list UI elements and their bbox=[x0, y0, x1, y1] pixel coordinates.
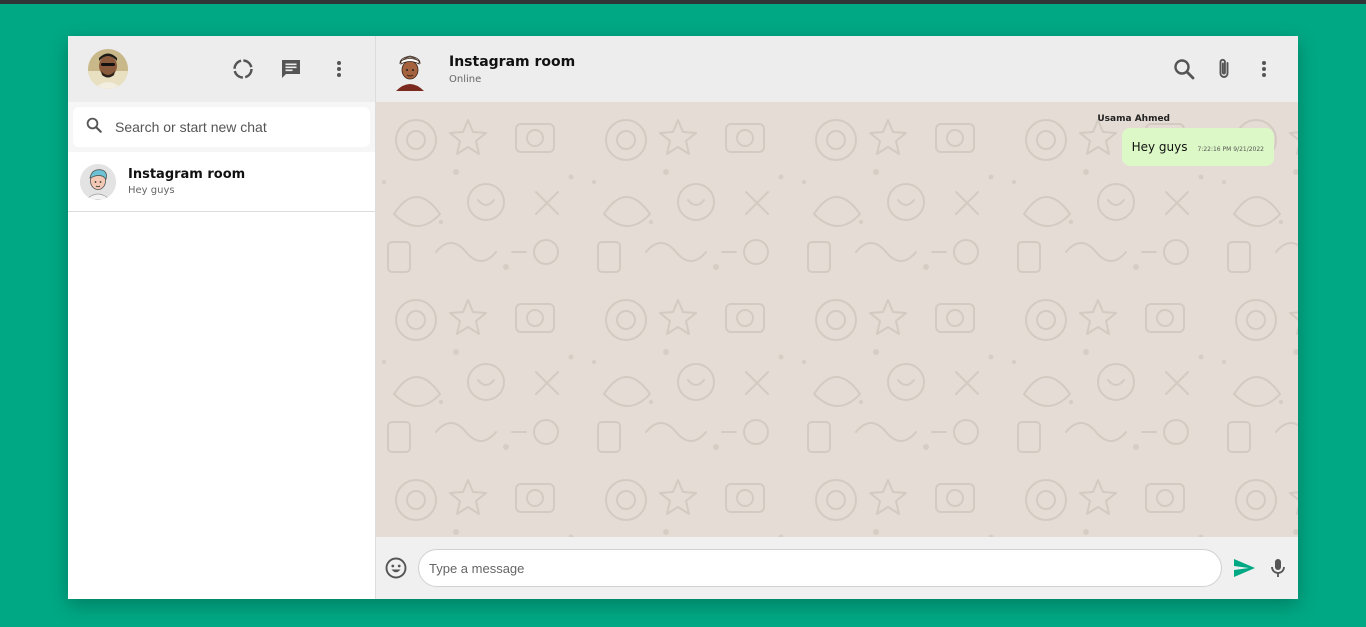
new-chat-icon[interactable] bbox=[279, 57, 303, 81]
room-name: Instagram room bbox=[449, 53, 576, 70]
search-input[interactable] bbox=[115, 119, 358, 135]
search-icon[interactable] bbox=[1172, 57, 1196, 81]
sidebar: Instagram room Hey guys bbox=[68, 36, 376, 599]
composer-bar bbox=[376, 537, 1298, 599]
room-avatar[interactable] bbox=[394, 47, 426, 91]
emoji-icon[interactable] bbox=[384, 556, 408, 580]
room-info: Instagram room Online bbox=[449, 54, 575, 85]
chat-background-pattern bbox=[376, 102, 1298, 537]
send-icon[interactable] bbox=[1232, 556, 1256, 580]
browser-top-strip bbox=[0, 0, 1366, 4]
sidebar-header-actions bbox=[231, 36, 351, 102]
sidebar-header bbox=[68, 36, 375, 102]
search-bar bbox=[68, 102, 375, 152]
chat-info: Instagram room Hey guys bbox=[128, 167, 245, 196]
status-icon[interactable] bbox=[231, 57, 255, 81]
outgoing-message-bubble[interactable]: Hey guys 7:22:16 PM 9/21/2022 bbox=[1121, 128, 1274, 166]
chat-app-window: Instagram room Hey guys Instagram room bbox=[68, 36, 1298, 599]
user-avatar[interactable] bbox=[88, 49, 128, 89]
message-timestamp: 7:22:16 PM 9/21/2022 bbox=[1197, 145, 1264, 153]
search-icon bbox=[85, 116, 103, 139]
message-input[interactable] bbox=[418, 549, 1222, 587]
more-vert-icon[interactable] bbox=[1252, 57, 1276, 81]
message-text: Hey guys bbox=[1131, 140, 1188, 154]
message-area: Usama Ahmed Hey guys 7:22:16 PM 9/21/202… bbox=[376, 102, 1298, 537]
paperclip-icon[interactable] bbox=[1212, 57, 1236, 81]
search-box bbox=[73, 107, 370, 147]
message-sender: Usama Ahmed bbox=[1097, 114, 1170, 124]
conversation-header: Instagram room Online bbox=[376, 36, 1298, 102]
chat-list-item[interactable]: Instagram room Hey guys bbox=[68, 152, 375, 212]
conversation-header-actions bbox=[1172, 36, 1276, 102]
mic-icon[interactable] bbox=[1266, 556, 1290, 580]
chat-name: Instagram room bbox=[128, 167, 246, 182]
more-vert-icon[interactable] bbox=[327, 57, 351, 81]
room-status: Online bbox=[449, 73, 482, 85]
conversation-panel: Instagram room Online Usama Ahmed Hey gu… bbox=[376, 36, 1298, 599]
chat-last-message: Hey guys bbox=[128, 185, 175, 196]
chat-avatar bbox=[80, 163, 116, 200]
